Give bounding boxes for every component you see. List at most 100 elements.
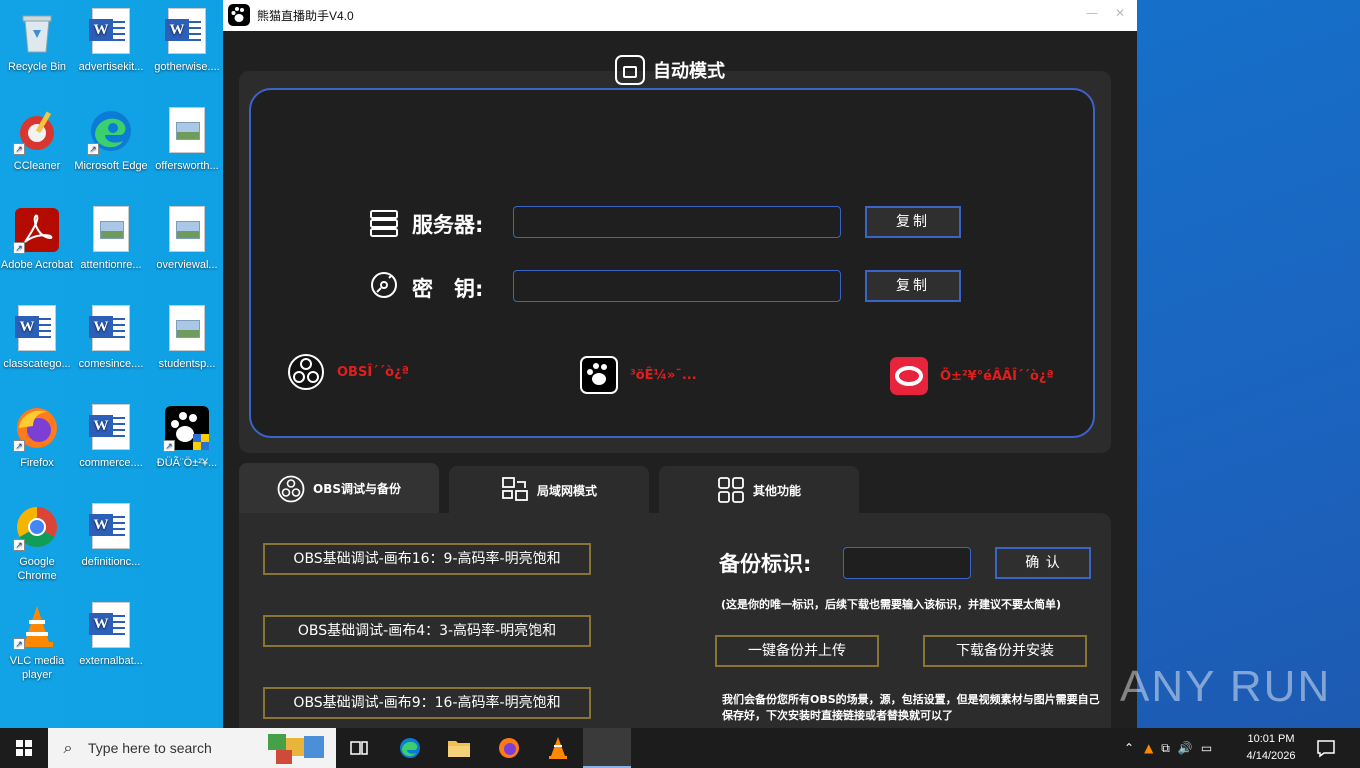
acrobat-icon: ↗ bbox=[13, 206, 61, 254]
desktop-icon-externalbat[interactable]: W externalbat... bbox=[74, 602, 148, 668]
image-file-icon bbox=[163, 305, 211, 353]
desktop-icon-label: CCleaner bbox=[13, 160, 61, 172]
desktop-icon-label: Microsoft Edge bbox=[74, 160, 148, 172]
desktop-icon-comesince[interactable]: W comesince.... bbox=[74, 305, 148, 371]
desktop-wallpaper-right bbox=[1137, 0, 1360, 728]
desktop-icon-microsoft-edge[interactable]: ↗ Microsoft Edge bbox=[74, 107, 148, 173]
auto-mode-header: 自动模式 bbox=[615, 55, 725, 85]
grid-icon bbox=[717, 476, 745, 504]
image-file-icon bbox=[163, 107, 211, 155]
desktop-icon-recycle-bin[interactable]: Recycle Bin bbox=[0, 8, 74, 74]
tab-other-functions[interactable]: 其他功能 bbox=[659, 466, 859, 514]
desktop-icon-classcatego[interactable]: W classcatego... bbox=[0, 305, 74, 371]
shortcut-arrow-icon: ↗ bbox=[163, 440, 175, 452]
desktop-icon-label: ÐÜÃ¨Ö±²¥... bbox=[156, 457, 218, 469]
close-icon[interactable]: ✕ bbox=[1113, 6, 1127, 20]
desktop-icon-ccleaner[interactable]: ↗ CCleaner bbox=[0, 107, 74, 173]
live-companion-tile[interactable]: Ö±²¥°éÂÂÎ´´ò¿ª bbox=[890, 357, 1054, 395]
copy-key-button[interactable]: 复制 bbox=[865, 270, 961, 302]
desktop-icon-adobe-acrobat[interactable]: ↗ Adobe Acrobat bbox=[0, 206, 74, 272]
shortcut-arrow-icon: ↗ bbox=[13, 143, 25, 155]
taskbar-vlc-icon[interactable] bbox=[534, 728, 582, 768]
desktop-icon-vlc[interactable]: ↗ VLC media player bbox=[0, 602, 74, 682]
obs-preset-9-16-button[interactable]: OBS基础调试-画布9：16-高码率-明亮饱和 bbox=[263, 687, 591, 719]
recycle-bin-icon bbox=[13, 8, 61, 56]
puzzle-icon bbox=[266, 730, 328, 766]
camera-icon bbox=[615, 55, 645, 85]
desktop-icon-definitionc[interactable]: W definitionc... bbox=[74, 503, 148, 569]
network-icon bbox=[501, 476, 529, 504]
desktop-icon-studentsp[interactable]: studentsp... bbox=[150, 305, 224, 371]
backup-id-input[interactable] bbox=[843, 547, 971, 579]
desktop-icon-label: comesince.... bbox=[78, 358, 144, 370]
ccleaner-icon: ↗ bbox=[13, 107, 61, 155]
shortcut-arrow-icon: ↗ bbox=[13, 242, 25, 254]
word-document-icon: W bbox=[163, 8, 211, 56]
file-explorer-icon[interactable] bbox=[435, 728, 483, 768]
minimize-icon[interactable]: — bbox=[1085, 6, 1099, 20]
desktop-icon-overviewal[interactable]: overviewal... bbox=[150, 206, 224, 272]
desktop-icon-label: commerce.... bbox=[79, 457, 143, 469]
shortcut-arrow-icon: ↗ bbox=[13, 539, 25, 551]
vlc-cone-icon: ↗ bbox=[13, 602, 61, 650]
system-tray: ⌃ ▲ ⧉ 🔊 ▭ bbox=[1124, 728, 1212, 768]
taskbar-active-app[interactable] bbox=[583, 728, 631, 768]
desktop-icon-label: gotherwise.... bbox=[154, 61, 220, 73]
obs-launch-tile[interactable]: OBSÎ´´ò¿ª bbox=[287, 353, 409, 391]
tray-vlc-icon[interactable]: ▲ bbox=[1144, 741, 1153, 755]
tab-obs-backup[interactable]: OBS调试与备份 bbox=[239, 463, 439, 514]
desktop-icon-gotherwise[interactable]: W gotherwise.... bbox=[150, 8, 224, 74]
search-icon: ⌕ bbox=[63, 738, 73, 757]
desktop-icon-panda-installer[interactable]: ↗ ÐÜÃ¨Ö±²¥... bbox=[150, 404, 224, 470]
window-title: 熊猫直播助手V4.0 bbox=[257, 9, 354, 23]
obs-preset-16-9-button[interactable]: OBS基础调试-画布16：9-高码率-明亮饱和 bbox=[263, 543, 591, 575]
key-icon bbox=[369, 270, 399, 300]
image-file-icon bbox=[163, 206, 211, 254]
word-document-icon: W bbox=[13, 305, 61, 353]
start-button[interactable] bbox=[0, 728, 48, 768]
volume-icon[interactable]: 🔊 bbox=[1178, 741, 1193, 755]
backup-note-text: 我们会备份您所有OBS的场景，源，包括设置，但是视频素材与图片需要自己保存好，下… bbox=[722, 693, 1100, 722]
title-bar[interactable]: 熊猫直播助手V4.0 — ✕ bbox=[223, 0, 1137, 31]
server-icon bbox=[369, 208, 399, 238]
confirm-button[interactable]: 确 认 bbox=[995, 547, 1091, 579]
taskbar-search[interactable]: ⌕ Type here to search bbox=[48, 728, 336, 768]
desktop-icon-label: VLC media player bbox=[9, 655, 65, 681]
word-document-icon: W bbox=[87, 8, 135, 56]
backup-upload-button[interactable]: 一键备份并上传 bbox=[715, 635, 879, 667]
live-companion-text: Ö±²¥°éÂÂÎ´´ò¿ª bbox=[940, 368, 1054, 384]
chevron-up-icon[interactable]: ⌃ bbox=[1124, 741, 1134, 755]
tab-label: OBS调试与备份 bbox=[313, 482, 401, 496]
taskbar-clock[interactable]: 10:01 PM 4/14/2026 bbox=[1240, 731, 1302, 765]
tab-lan-mode[interactable]: 局域网模式 bbox=[449, 466, 649, 514]
obs-icon bbox=[287, 353, 325, 391]
desktop-icon-commerce[interactable]: W commerce.... bbox=[74, 404, 148, 470]
tab-label: 其他功能 bbox=[752, 483, 801, 498]
download-install-button[interactable]: 下载备份并安装 bbox=[923, 635, 1087, 667]
key-label: 密 钥: bbox=[412, 277, 484, 301]
desktop-icon-google-chrome[interactable]: ↗ Google Chrome bbox=[0, 503, 74, 583]
taskbar-firefox-icon[interactable] bbox=[485, 728, 533, 768]
word-document-icon: W bbox=[87, 404, 135, 452]
network-tray-icon[interactable]: ⧉ bbox=[1161, 741, 1170, 756]
shortcut-arrow-icon: ↗ bbox=[13, 638, 25, 650]
obs-preset-4-3-button[interactable]: OBS基础调试-画布4：3-高码率-明亮饱和 bbox=[263, 615, 591, 647]
edge-icon: ↗ bbox=[87, 107, 135, 155]
panda-init-tile[interactable]: ³öÊ¼»¯... bbox=[580, 356, 697, 394]
display-icon[interactable]: ▭ bbox=[1201, 741, 1212, 755]
copy-server-button[interactable]: 复制 bbox=[865, 206, 961, 238]
image-file-icon bbox=[87, 206, 135, 254]
desktop-icon-attentionre[interactable]: attentionre... bbox=[74, 206, 148, 272]
key-input[interactable] bbox=[513, 270, 841, 302]
notification-icon[interactable] bbox=[1316, 738, 1336, 758]
desktop-icon-label: offersworth... bbox=[155, 160, 219, 172]
anyrun-watermark: ANY RUN bbox=[1120, 662, 1332, 711]
desktop-icon-offersworth[interactable]: offersworth... bbox=[150, 107, 224, 173]
taskbar-edge-icon[interactable] bbox=[386, 728, 434, 768]
auto-mode-title: 自动模式 bbox=[653, 61, 725, 82]
task-view-icon[interactable] bbox=[336, 728, 384, 768]
desktop-icon-advertisekit[interactable]: W advertisekit... bbox=[74, 8, 148, 74]
server-input[interactable] bbox=[513, 206, 841, 238]
desktop-icon-firefox[interactable]: ↗ Firefox bbox=[0, 404, 74, 470]
desktop-icon-label: studentsp... bbox=[158, 358, 216, 370]
